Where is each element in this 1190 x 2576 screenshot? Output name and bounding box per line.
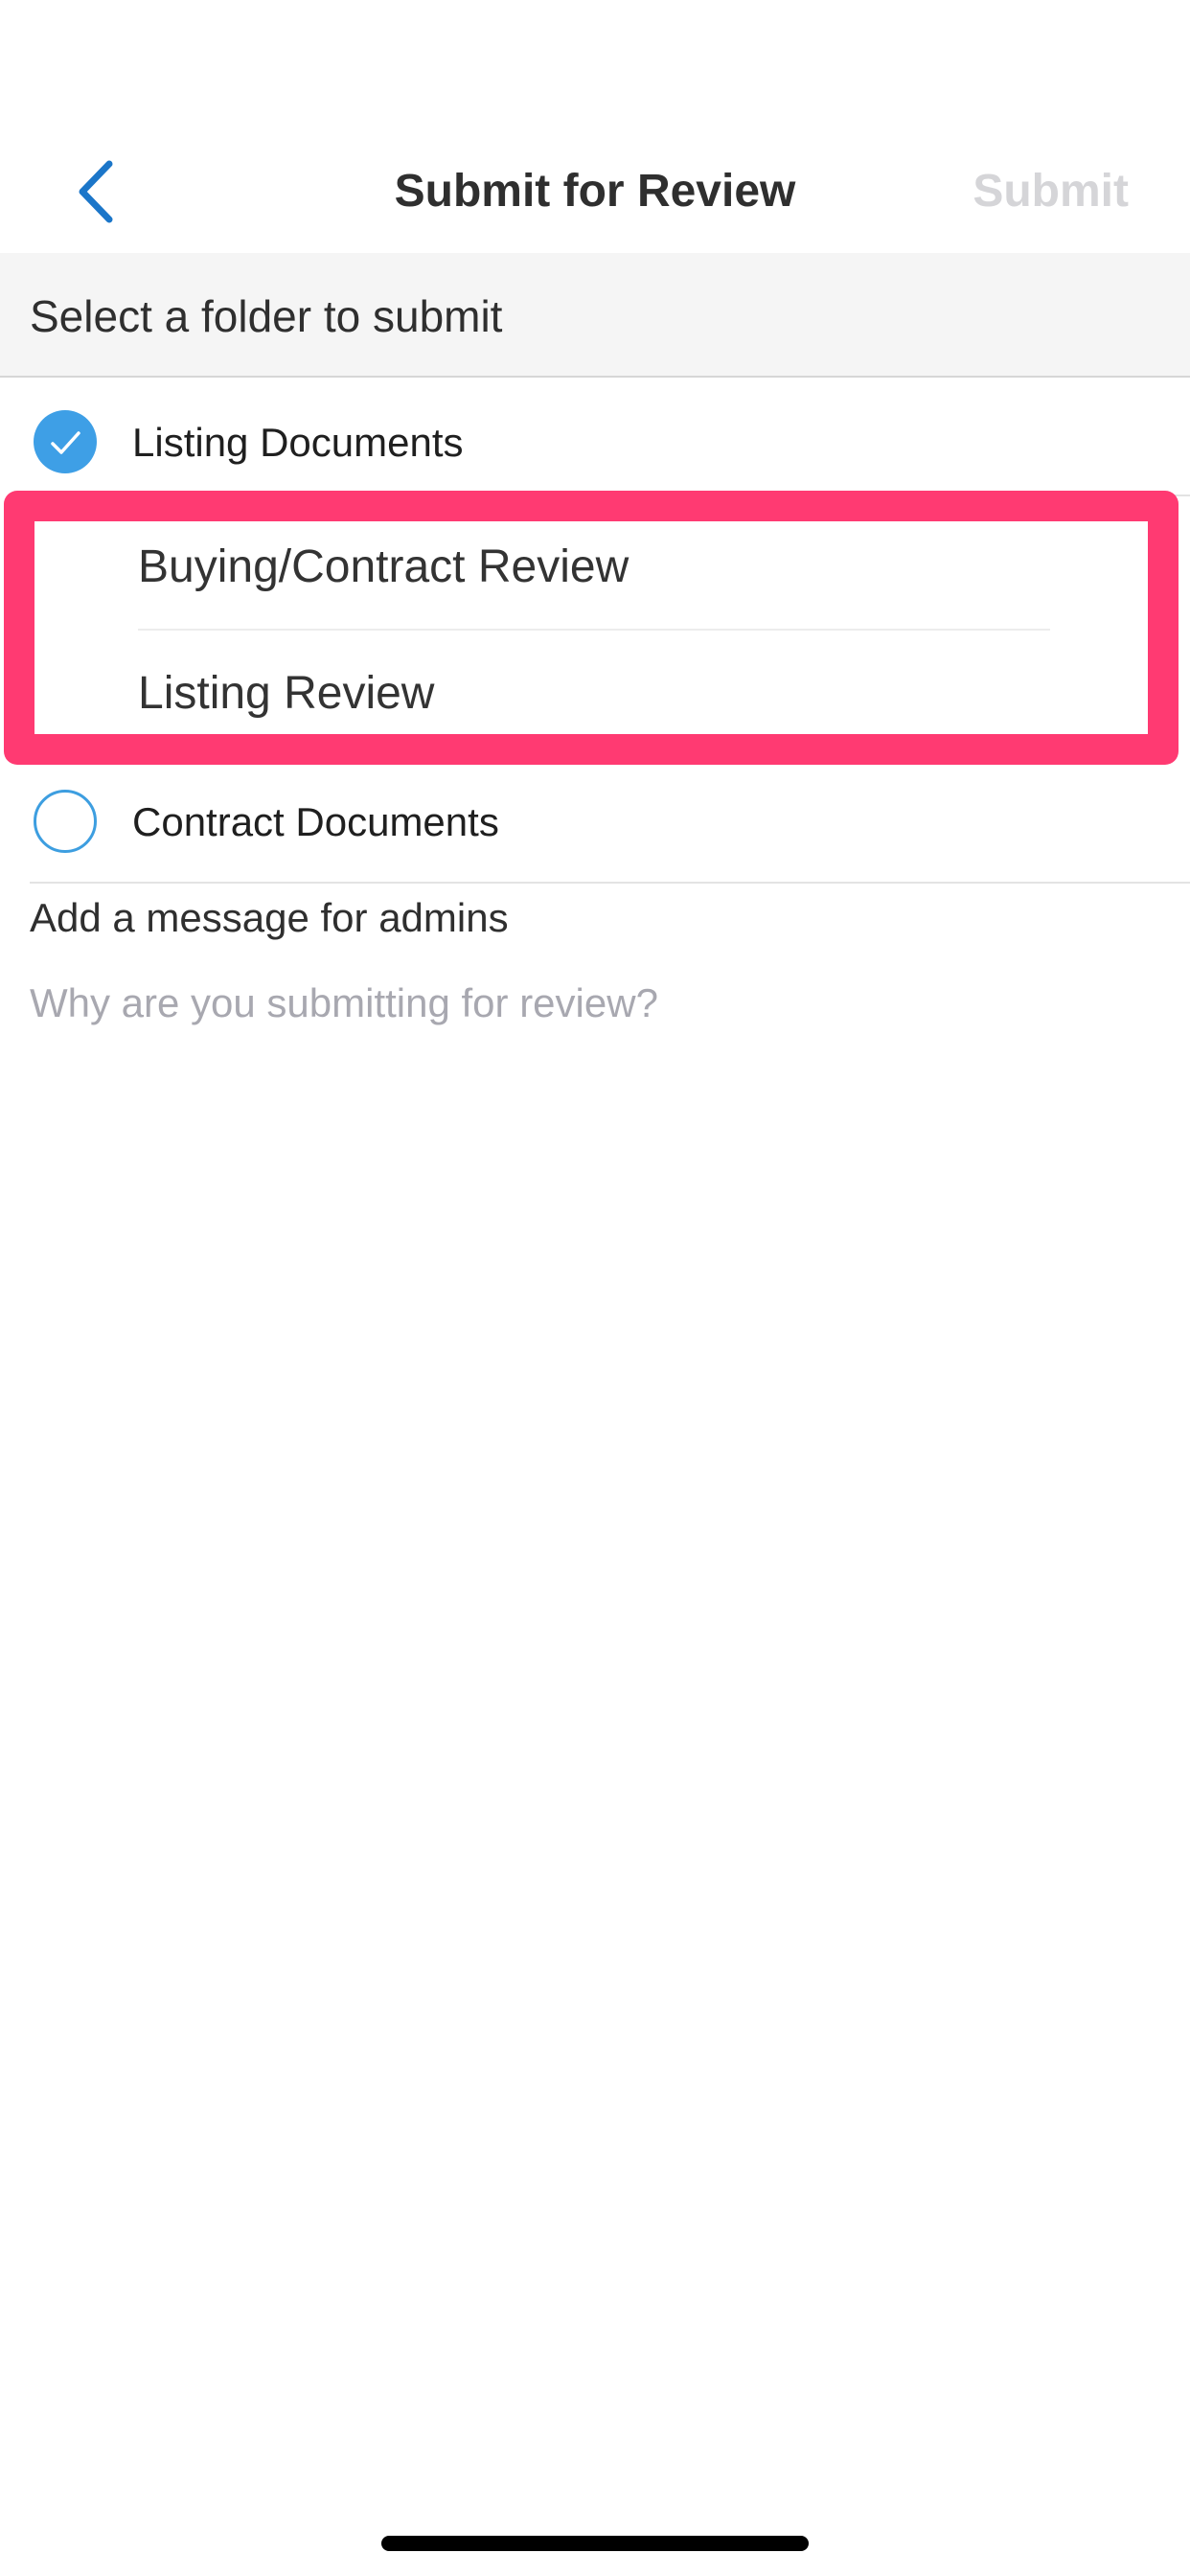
folder-row-listing-documents[interactable]: Listing Documents (0, 380, 1190, 504)
message-input[interactable] (30, 970, 1160, 1037)
navigation-bar: Submit for Review Submit (0, 0, 1190, 253)
submit-button[interactable]: Submit (973, 161, 1129, 222)
folder-row-contract-documents[interactable]: Contract Documents (0, 759, 1190, 884)
folder-label: Listing Documents (132, 420, 464, 465)
subfolder-buying-contract-review[interactable]: Buying/Contract Review (138, 537, 629, 598)
section-header: Select a folder to submit (0, 253, 1190, 378)
home-indicator (381, 2536, 809, 2551)
divider (30, 882, 1190, 884)
message-label: Add a message for admins (30, 895, 509, 940)
subfolder-listing-review[interactable]: Listing Review (138, 663, 434, 724)
divider (132, 494, 1190, 496)
folder-label: Contract Documents (132, 799, 499, 844)
checkmark-circle-icon (34, 410, 97, 473)
divider (138, 629, 1050, 631)
section-header-label: Select a folder to submit (30, 291, 503, 341)
empty-circle-icon (34, 790, 97, 853)
